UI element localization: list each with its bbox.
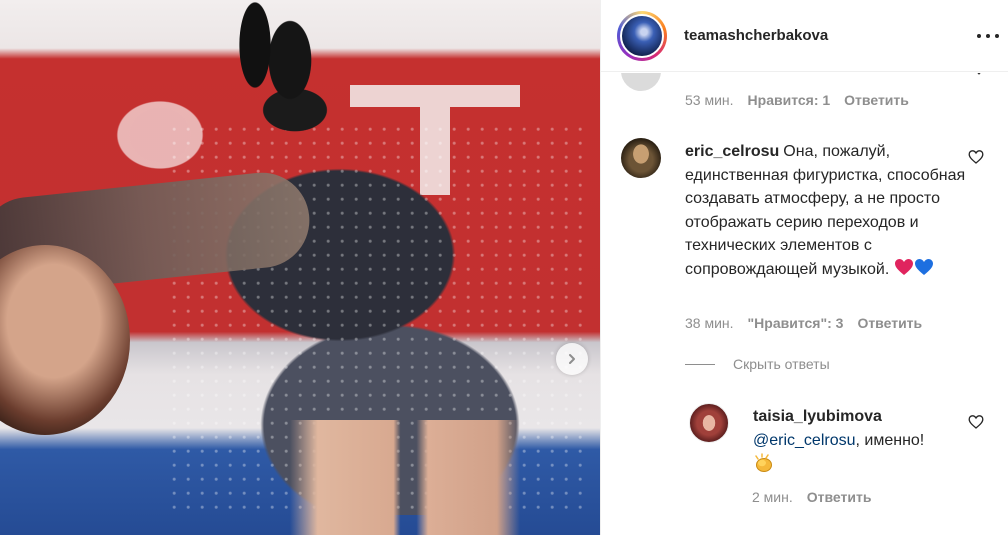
hide-replies-label: Скрыть ответы bbox=[733, 356, 830, 372]
chevron-down-icon[interactable] bbox=[973, 73, 985, 75]
next-image-button[interactable] bbox=[556, 343, 588, 375]
author-username[interactable]: teamashcherbakova bbox=[684, 27, 828, 44]
more-options-icon[interactable] bbox=[977, 26, 999, 46]
like-comment-icon[interactable] bbox=[968, 149, 984, 165]
commenter-avatar[interactable] bbox=[689, 403, 729, 443]
skater-glove bbox=[215, 0, 335, 140]
chevron-right-icon bbox=[569, 354, 575, 364]
reply-button[interactable]: Ответить bbox=[857, 315, 922, 331]
comment-username[interactable]: eric_celrosu bbox=[685, 143, 779, 160]
comment-likes[interactable]: "Нравится": 3 bbox=[748, 315, 844, 331]
comment-likes[interactable]: Нравится: 1 bbox=[748, 92, 831, 108]
red-heart-icon bbox=[894, 258, 913, 275]
comment-text: eric_celrosu Она, пожалуй, единственная ф… bbox=[685, 140, 975, 281]
comment-meta: 38 мин. "Нравится": 3 Ответить bbox=[685, 315, 922, 331]
blue-heart-icon bbox=[914, 258, 933, 275]
author-avatar[interactable] bbox=[617, 10, 667, 61]
commenter-avatar[interactable] bbox=[621, 73, 661, 91]
comment-meta: 53 мин. Нравится: 1 Ответить bbox=[685, 92, 909, 108]
post-header: teamashcherbakova bbox=[601, 0, 1008, 72]
reply-body: , именно! bbox=[855, 431, 925, 449]
comment-meta: 2 мин. Ответить bbox=[752, 489, 871, 505]
reply-text: taisia_lyubimova @eric_celrosu, именно! bbox=[753, 405, 973, 479]
reply-username[interactable]: taisia_lyubimova bbox=[753, 405, 973, 429]
skater-legs bbox=[290, 420, 520, 535]
comment-time[interactable]: 2 мин. bbox=[752, 489, 793, 505]
clapping-hands-icon bbox=[755, 453, 772, 472]
like-comment-icon[interactable] bbox=[968, 414, 984, 430]
post-image[interactable] bbox=[0, 0, 600, 535]
hide-replies-button[interactable]: Скрыть ответы bbox=[685, 356, 830, 372]
commenter-avatar[interactable] bbox=[621, 138, 661, 178]
divider-line bbox=[685, 363, 715, 365]
reply-button[interactable]: Ответить bbox=[844, 92, 909, 108]
mention-link[interactable]: @eric_celrosu bbox=[753, 432, 856, 449]
reply-button[interactable]: Ответить bbox=[807, 489, 872, 505]
comment-time[interactable]: 38 мин. bbox=[685, 315, 734, 331]
comments-list: 53 мин. Нравится: 1 Ответить eric_celros… bbox=[601, 73, 1008, 535]
post-side-panel: teamashcherbakova 53 мин. Нравится: 1 От… bbox=[600, 0, 1008, 535]
comment-time[interactable]: 53 мин. bbox=[685, 92, 734, 108]
